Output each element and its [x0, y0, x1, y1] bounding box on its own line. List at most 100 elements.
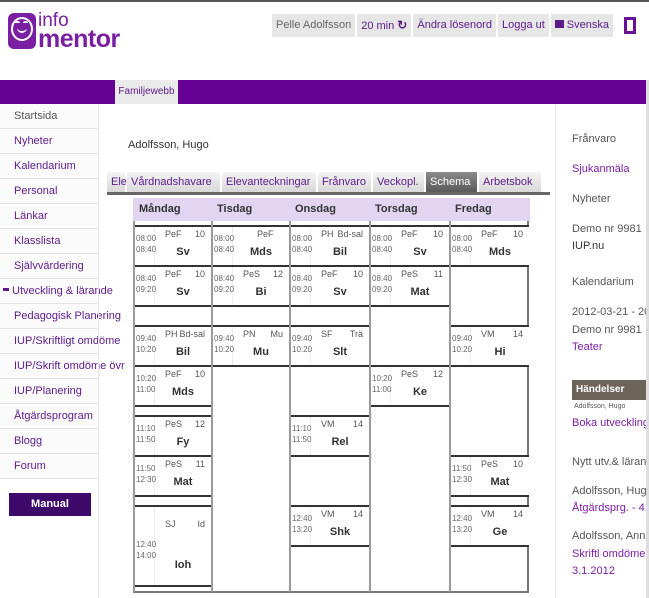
lesson-cell[interactable]: 11:10 11:50 VM 14 Rel [291, 415, 369, 457]
lesson-cell[interactable]: 08:40 09:20 PeF 10 Sv [135, 265, 211, 307]
lesson-cell[interactable]: 09:40 10:20 PH Bd-sal Bil [135, 325, 211, 367]
nytt2-link[interactable]: Skriftl omdöme. - [572, 548, 649, 560]
lesson-end: 10:20 [214, 345, 235, 354]
lesson-end: 08:40 [452, 245, 473, 254]
nytt2-link-date[interactable]: 3.1.2012 [572, 565, 615, 577]
lesson-cell[interactable]: 08:00 08:40 PeF Mds [213, 225, 289, 267]
weekly-schedule: Måndag 08:00 08:40 PeF 10 Sv 08:40 09:20 PeF 10 Sv… [107, 198, 530, 595]
sidebar-item-sjalvvardering[interactable]: Självvärdering [0, 254, 98, 279]
sidebar-item-kalendarium[interactable]: Kalendarium [0, 154, 98, 179]
lesson-teacher: PH [321, 229, 334, 239]
lesson-times: 09:40 10:20 [291, 327, 313, 365]
lesson-cell[interactable]: 08:00 08:40 PeF 10 Sv [135, 225, 211, 267]
lesson-room: 11 [195, 459, 205, 469]
sidebar-subitem-iup-planering[interactable]: IUP/Planering [0, 379, 98, 404]
lesson-subject: Slt [332, 346, 348, 358]
lesson-cell[interactable]: 12:40 14:00 SJ Id Ioh [135, 505, 211, 587]
sidebar-item-startsida[interactable]: Startsida [0, 104, 98, 129]
sidebar-item-utveckling[interactable]: Utveckling & lärande [0, 279, 113, 304]
language-button[interactable]: Svenska [550, 14, 613, 37]
handelser-heading: Händelser [572, 380, 649, 400]
lesson-subject: Mds [250, 246, 272, 258]
lesson-end: 12:30 [136, 475, 157, 484]
lesson-cell[interactable]: 08:40 09:20 PeS 12 Bi [213, 265, 289, 307]
top-border [0, 0, 649, 2]
lesson-cell[interactable]: 12:40 13:20 VM 14 Ge [451, 505, 529, 547]
sidebar-item-lankar[interactable]: Länkar [0, 204, 98, 229]
lesson-cell[interactable]: 12:40 13:20 VM 14 Shk [291, 505, 369, 547]
lesson-end: 08:40 [214, 245, 235, 254]
lesson-teacher: VM [321, 509, 335, 519]
nytt1-link[interactable]: Åtgärdsprg. - 4.1.2012 [572, 502, 649, 514]
sidebar-item-personal[interactable]: Personal [0, 179, 98, 204]
tab-familjewebb[interactable]: Familjewebb [115, 80, 178, 104]
lesson-times: 10:20 11:00 [371, 367, 392, 405]
news-link[interactable]: IUP.nu [572, 240, 604, 252]
sidebar-item-klasslista[interactable]: Klasslista [0, 229, 98, 254]
tab-schema[interactable]: Schema [426, 172, 479, 192]
session-timer[interactable]: 20 min ↻ [357, 14, 412, 37]
sidebar-item-forum[interactable]: Forum [0, 454, 98, 479]
tab-veckopl[interactable]: Veckopl. [373, 172, 426, 192]
tab-elev[interactable]: Elev [107, 172, 132, 192]
lesson-room: 11 [433, 269, 443, 279]
lesson-cell[interactable]: 09:40 10:20 SF Trä Slt [291, 325, 369, 367]
lesson-cell[interactable]: 10:20 11:00 PeF 10 Mds [135, 365, 211, 407]
lesson-teacher: SJ [165, 519, 176, 529]
sidebar-item-blogg[interactable]: Blogg [0, 429, 98, 454]
lesson-start: 11:10 [136, 424, 156, 433]
lesson-subject: Mat [410, 286, 430, 298]
current-user: Pelle Adolfsson [271, 14, 356, 37]
lesson-cell[interactable]: 09:40 10:20 VM 14 Hi [451, 325, 529, 367]
lesson-cell[interactable]: 08:40 09:20 PeS 11 Mat [371, 265, 449, 307]
lesson-teacher: SF [321, 329, 333, 339]
lesson-teacher: PeF [401, 229, 418, 239]
sidebar-subitem-atgardsprogram[interactable]: Åtgärdsprogram [0, 404, 98, 429]
lesson-end: 09:20 [292, 285, 313, 294]
window-toggle-button[interactable] [621, 14, 639, 37]
nytt-heading: Nytt utv.& lärande [572, 456, 649, 468]
tab-vardnadshavare[interactable]: Vårdnadshavare [127, 172, 222, 192]
nytt2-person: Adolfsson, Anna [572, 530, 649, 542]
lesson-subject: Sv [413, 246, 427, 258]
lesson-cell[interactable]: 11:10 11:50 PeS 12 Fy [135, 415, 211, 457]
tab-arbetsbok[interactable]: Arbetsbok [479, 172, 541, 192]
sidebar-subitem-pedagogisk-planering[interactable]: Pedagogisk Planering [0, 304, 121, 329]
student-tabs: Elev Vårdnadshavare Elevanteckningar Frå… [107, 172, 550, 195]
lesson-cell[interactable]: 11:50 12:30 PeS 10 Mat [451, 455, 529, 497]
lesson-cell[interactable]: 10:20 11:00 PeS 12 Ke [371, 365, 449, 407]
logout-button[interactable]: Logga ut [497, 14, 549, 37]
manual-button[interactable]: Manual [9, 493, 91, 516]
event-link[interactable]: Boka utvecklingssam [572, 417, 649, 429]
lesson-teacher: VM [481, 509, 495, 519]
lesson-start: 09:40 [292, 334, 313, 343]
lesson-room: 14 [352, 509, 363, 519]
lesson-cell[interactable]: 09:40 10:20 PN Mu Mu [213, 325, 289, 367]
lesson-cell[interactable]: 08:00 08:40 PeF 10 Sv [371, 225, 449, 267]
calendar-link[interactable]: Teater [572, 341, 603, 353]
lesson-times: 10:20 11:00 [135, 367, 156, 405]
lesson-end: 09:20 [372, 285, 393, 294]
lesson-start: 11:50 [452, 464, 472, 473]
day-header: Tisdag [217, 203, 253, 215]
infomentor-logo[interactable]: info mentor [8, 10, 120, 56]
lesson-times: 08:00 08:40 [371, 227, 392, 265]
lesson-room: Bd-sal [337, 229, 363, 239]
lesson-cell[interactable]: 08:00 08:40 PH Bd-sal Bil [291, 225, 369, 267]
tab-elevanteckningar[interactable]: Elevanteckningar [222, 172, 318, 192]
day-header: Torsdag [375, 203, 418, 215]
sidebar-item-nyheter[interactable]: Nyheter [0, 129, 98, 154]
lesson-cell[interactable]: 11:50 12:30 PeS 11 Mat [135, 455, 211, 497]
sidebar-subitem-iup-skrift-ovr[interactable]: IUP/Skrift omdöme övr [0, 354, 125, 379]
sidebar-subitem-iup-skriftligt[interactable]: IUP/Skriftligt omdöme [0, 329, 120, 354]
language-label: Svenska [566, 19, 609, 31]
lesson-cell[interactable]: 08:00 08:40 PeF 10 Mds [451, 225, 529, 267]
tab-franvaro[interactable]: Frånvaro [318, 172, 373, 192]
lesson-cell[interactable]: 08:40 09:20 PeF 10 Sv [291, 265, 369, 307]
change-password-button[interactable]: Ändra lösenord [413, 14, 496, 37]
sjukanmala-link[interactable]: Sjukanmäla [572, 163, 629, 175]
lesson-times: 09:40 10:20 [213, 327, 235, 365]
right-panel: Frånvaro Sjukanmäla Nyheter Demo nr 9981… [555, 104, 649, 598]
session-time: 20 min [361, 20, 395, 32]
refresh-icon[interactable]: ↻ [397, 18, 407, 32]
